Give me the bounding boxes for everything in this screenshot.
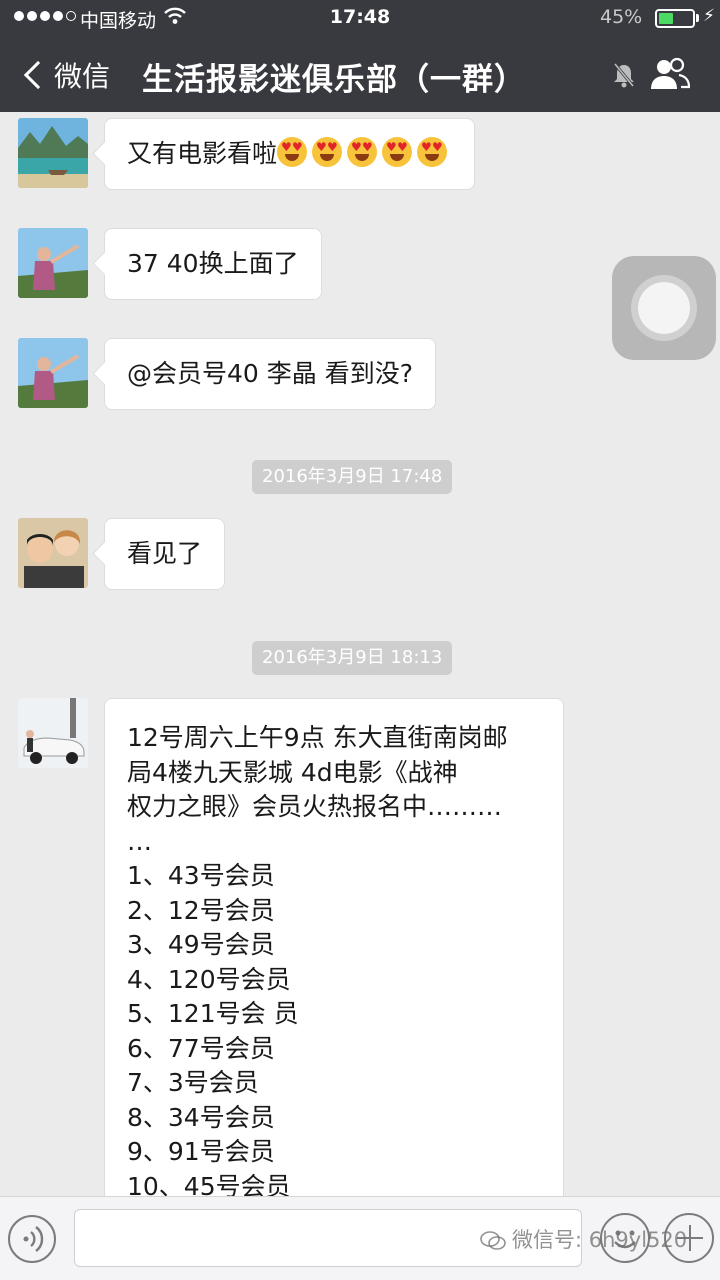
message-text: @会员号40 李晶 看到没? bbox=[127, 359, 413, 388]
heart-eyes-emoji-icon bbox=[277, 137, 308, 167]
timestamp: 2016年3月9日 17:48 bbox=[252, 460, 453, 494]
avatar[interactable] bbox=[18, 118, 88, 188]
navigation-bar: 中国移动 17:48 45% ⚡ 微信 生活报影迷俱乐部（一群） bbox=[0, 0, 720, 112]
message-bubble[interactable]: 37 40换上面了 bbox=[104, 228, 322, 300]
watermark-text: 微信号: 6h9yl520 bbox=[512, 1228, 688, 1252]
back-chevron-icon bbox=[23, 60, 53, 90]
back-label: 微信 bbox=[54, 60, 111, 93]
avatar[interactable] bbox=[18, 338, 88, 408]
member-list-item: 4、120号会员 bbox=[127, 964, 291, 994]
member-list-item: 8、34号会员 bbox=[127, 1102, 275, 1132]
wechat-logo-icon bbox=[480, 1231, 506, 1250]
battery-percentage: 45% bbox=[600, 6, 643, 28]
avatar[interactable] bbox=[18, 518, 88, 588]
message-text: 局4楼九天影城 4d电影《战神 bbox=[127, 757, 458, 787]
member-list-item: 5、121号会 员 bbox=[127, 999, 299, 1028]
battery-icon bbox=[655, 9, 695, 28]
member-list-item: 7、3号会员 bbox=[127, 1068, 259, 1097]
status-bar: 中国移动 17:48 45% ⚡ bbox=[0, 0, 720, 38]
message-text: … bbox=[127, 826, 152, 856]
member-list-item: 9、91号会员 bbox=[127, 1137, 275, 1166]
watermark: 微信号: 6h9yl520 bbox=[480, 1224, 687, 1254]
heart-eyes-emoji-icon bbox=[312, 137, 343, 167]
message-bubble[interactable]: 看见了 bbox=[104, 518, 226, 590]
message-bubble[interactable]: 12号周六上午9点 东大直街南岗邮 局4楼九天影城 4d电影《战神 权力之眼》会… bbox=[104, 698, 564, 1218]
voice-button[interactable] bbox=[8, 1215, 56, 1263]
voice-icon bbox=[23, 1226, 44, 1252]
timestamp: 2016年3月9日 18:13 bbox=[252, 641, 453, 675]
message-text: 37 40换上面了 bbox=[127, 249, 299, 278]
member-list-item: 2、12号会员 bbox=[127, 895, 275, 925]
back-button[interactable]: 微信 bbox=[20, 48, 110, 102]
member-list-item: 3、49号会员 bbox=[127, 930, 275, 959]
battery-tip bbox=[696, 14, 699, 22]
mute-icon bbox=[612, 62, 636, 88]
member-list-item: 6、77号会员 bbox=[127, 1033, 275, 1063]
group-members-icon[interactable] bbox=[650, 56, 691, 92]
member-list-item: 1、43号会员 bbox=[127, 861, 275, 890]
charging-bolt-icon: ⚡ bbox=[703, 6, 715, 26]
message-bubble[interactable]: @会员号40 李晶 看到没? bbox=[104, 338, 436, 410]
heart-eyes-emoji-icon bbox=[417, 137, 448, 167]
message-bubble[interactable]: 又有电影看啦 bbox=[104, 118, 476, 190]
heart-eyes-emoji-icon bbox=[382, 137, 413, 167]
assistive-touch-button[interactable] bbox=[612, 256, 716, 360]
avatar[interactable] bbox=[18, 698, 88, 768]
heart-eyes-emoji-icon bbox=[347, 137, 378, 167]
message-text: 权力之眼》会员火热报名中……… bbox=[127, 792, 503, 821]
assistive-touch-icon bbox=[638, 282, 690, 334]
message-text: 12号周六上午9点 东大直街南岗邮 bbox=[127, 723, 508, 752]
message-text: 看见了 bbox=[127, 539, 203, 568]
message-text: 又有电影看啦 bbox=[127, 139, 278, 168]
avatar[interactable] bbox=[18, 228, 88, 298]
chat-title: 生活报影迷俱乐部（一群） bbox=[142, 62, 526, 98]
